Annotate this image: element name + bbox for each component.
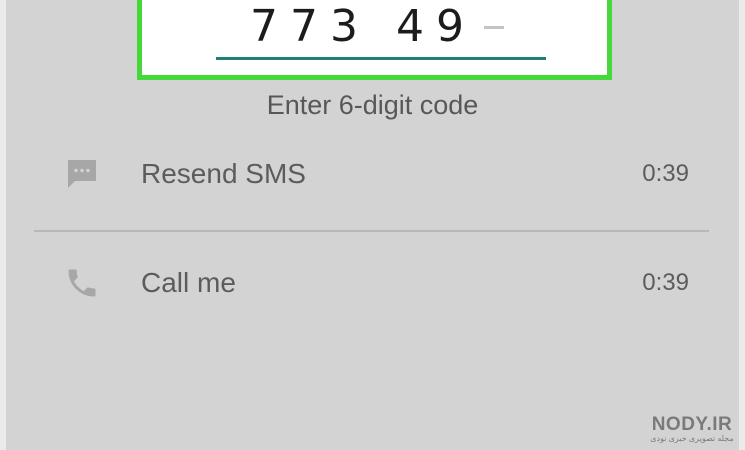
message-icon	[64, 156, 100, 192]
code-input-value[interactable]: 773 49	[250, 5, 476, 49]
code-entry-highlight[interactable]: 773 49	[137, 0, 612, 80]
resend-sms-label: Resend SMS	[141, 158, 306, 189]
call-me-label: Call me	[141, 267, 236, 298]
verification-screen: 773 49 Enter 6-digit code Resend SMS 0:3…	[6, 0, 739, 450]
resend-sms-option[interactable]: Resend SMS 0:39	[6, 139, 739, 209]
resend-sms-timer: 0:39	[642, 160, 689, 187]
code-input-underline	[216, 57, 546, 60]
watermark-brand: NODY.IR	[651, 414, 733, 436]
next-digit-placeholder	[484, 26, 504, 29]
call-me-option[interactable]: Call me 0:39	[6, 248, 739, 318]
call-me-timer: 0:39	[642, 269, 689, 296]
code-hint: Enter 6-digit code	[266, 90, 479, 120]
phone-icon	[64, 265, 100, 301]
watermark: NODY.IR مجله تصویری خبری نودی	[647, 415, 737, 444]
watermark-subtitle: مجله تصویری خبری نودی	[650, 434, 734, 444]
options-divider	[34, 230, 709, 232]
